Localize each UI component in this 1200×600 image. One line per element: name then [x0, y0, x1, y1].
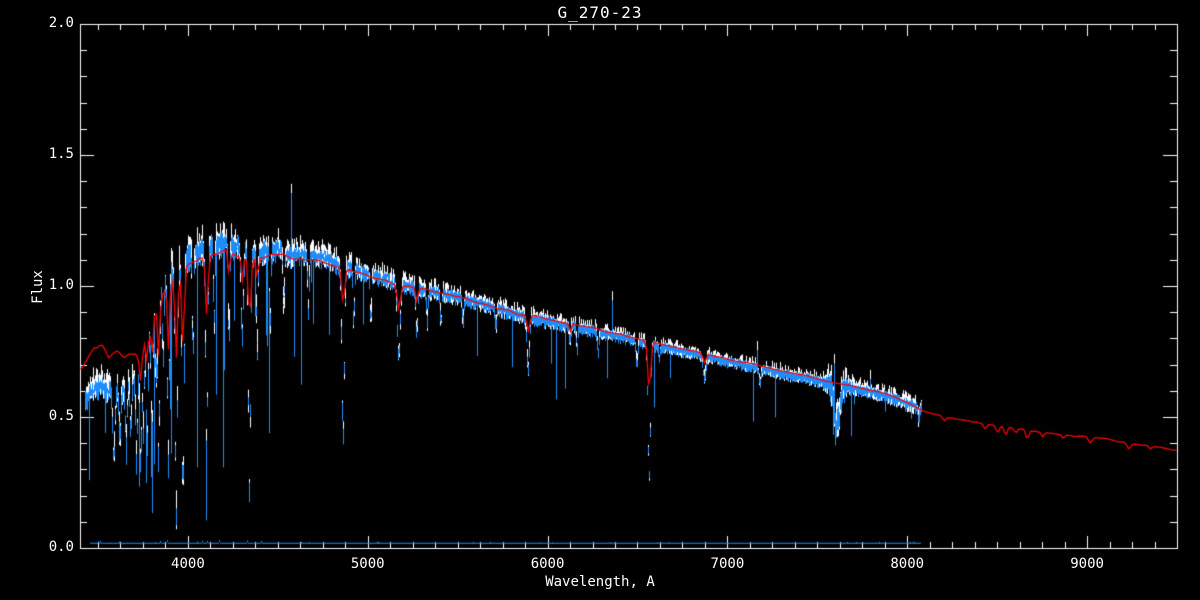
x-tick-label: 6000: [512, 556, 584, 572]
x-tick-label: 4000: [152, 556, 224, 572]
x-tick-label: 7000: [691, 556, 763, 572]
x-axis-label: Wavelength, A: [0, 574, 1200, 590]
y-tick-label: 0.5: [28, 408, 74, 424]
spectrum-plot-window: G_270-23 Wavelength, A Flux 400050006000…: [0, 0, 1200, 600]
x-tick-label: 5000: [332, 556, 404, 572]
y-tick-label: 1.0: [28, 277, 74, 293]
x-tick-label: 9000: [1051, 556, 1123, 572]
x-tick-label: 8000: [871, 556, 943, 572]
y-tick-label: 0.0: [28, 539, 74, 555]
y-tick-label: 2.0: [28, 15, 74, 31]
y-tick-label: 1.5: [28, 146, 74, 162]
spectrum-chart-canvas: [0, 0, 1200, 600]
chart-title: G_270-23: [0, 3, 1200, 22]
